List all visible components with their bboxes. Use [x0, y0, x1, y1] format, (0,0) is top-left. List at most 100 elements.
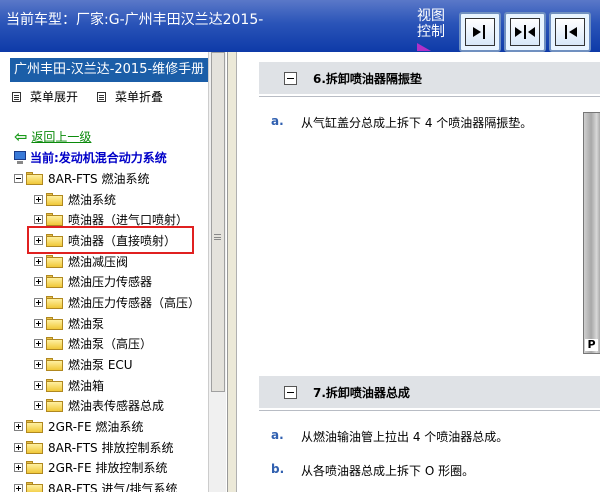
folder-icon: [46, 192, 63, 206]
tree-item[interactable]: 2GR-FE 排放控制系统: [14, 457, 167, 477]
folder-icon: [46, 357, 63, 371]
back-link-label: 返回上一级: [31, 130, 92, 144]
step-text: 从各喷油器总成上拆下 O 形圈。: [301, 464, 475, 478]
computer-icon: [14, 150, 26, 165]
collapse-menu-button[interactable]: 菜单折叠: [97, 88, 163, 105]
scroll-grip-icon: [214, 234, 221, 240]
view-left-pane-button[interactable]: [459, 12, 501, 52]
tree-item[interactable]: 燃油压力传感器: [34, 271, 152, 291]
tree-item[interactable]: 8AR-FTS 排放控制系统: [14, 437, 173, 457]
divider: [259, 410, 600, 411]
folder-icon: [26, 419, 43, 433]
expand-toggle-icon[interactable]: [34, 256, 43, 266]
tree-item[interactable]: 8AR-FTS 燃油系统: [14, 168, 149, 188]
step-text: 从气缸盖分总成上拆下 4 个喷油器隔振垫。: [301, 116, 533, 130]
top-toolbar: 当前车型：厂家:G-广州丰田汉兰达2015- 视图控制: [0, 0, 600, 52]
folder-icon: [46, 254, 63, 268]
collapse-section-icon[interactable]: [284, 71, 297, 85]
step-item: b. 从各喷油器总成上拆下 O 形圈。: [271, 462, 474, 479]
folder-icon: [46, 316, 63, 330]
tree-item-label: 燃油泵 ECU: [68, 357, 133, 372]
section-header[interactable]: 6.拆卸喷油器隔振垫: [259, 62, 600, 94]
expand-toggle-icon[interactable]: [34, 400, 43, 410]
tree-item-label: 8AR-FTS 燃油系统: [48, 171, 150, 186]
tree-item-label: 燃油箱: [68, 378, 105, 393]
tree-item-label: 2GR-FE 排放控制系统: [48, 460, 168, 475]
expand-toggle-icon[interactable]: [14, 442, 23, 452]
folder-icon: [46, 274, 63, 288]
back-arrow-icon: ⇦: [14, 126, 28, 146]
tree-item-label: 8AR-FTS 进气/排气系统: [48, 481, 178, 492]
folder-icon: [46, 212, 63, 226]
folder-icon: [46, 295, 63, 309]
step-item: a. 从燃油输油管上拉出 4 个喷油器总成。: [271, 428, 508, 445]
pane-splitter[interactable]: [228, 52, 236, 492]
expand-toggle-icon[interactable]: [34, 194, 43, 204]
folder-icon: [26, 440, 43, 454]
step-letter: a.: [271, 114, 284, 128]
view-control-label: 视图控制: [417, 8, 445, 40]
manual-title: 广州丰田-汉兰达-2015-维修手册: [10, 58, 208, 82]
folder-icon: [26, 481, 43, 492]
tree-item[interactable]: 2GR-FE 燃油系统: [14, 416, 143, 436]
step-text: 从燃油输油管上拉出 4 个喷油器总成。: [301, 430, 509, 444]
expand-toggle-icon[interactable]: [34, 214, 43, 224]
folder-icon: [46, 398, 63, 412]
arrows-inward-icon: [515, 25, 535, 39]
arrow-left-bar-icon: [565, 25, 577, 39]
view-split-button[interactable]: [504, 12, 546, 52]
navigation-panel: 广州丰田-汉兰达-2015-维修手册 菜单展开 菜单折叠 ⇦ 返回上一级 当前:…: [0, 52, 228, 492]
expand-toggle-icon[interactable]: [34, 338, 43, 348]
tree-item[interactable]: 燃油表传感器总成: [34, 395, 164, 415]
expand-menu-label: 菜单展开: [30, 90, 79, 104]
expand-toggle-icon[interactable]: [34, 297, 43, 307]
tree-item-label: 燃油压力传感器: [68, 274, 153, 289]
view-right-pane-button[interactable]: [549, 12, 591, 52]
section-title: 6.拆卸喷油器隔振垫: [313, 71, 422, 86]
step-letter: b.: [271, 462, 285, 476]
tree-item-label: 燃油泵: [68, 316, 105, 331]
tree-item-label: 燃油系统: [68, 192, 117, 207]
expand-toggle-icon[interactable]: [14, 421, 23, 431]
back-link[interactable]: ⇦ 返回上一级: [14, 128, 91, 145]
expand-toggle-icon[interactable]: [14, 462, 23, 472]
tree-item[interactable]: 燃油箱: [34, 375, 104, 395]
tree-item[interactable]: 燃油压力传感器（高压）: [34, 292, 200, 312]
illustration-label: P: [585, 339, 598, 351]
tree-item[interactable]: 8AR-FTS 进气/排气系统: [14, 478, 178, 492]
tree-item-label: 燃油泵（高压）: [68, 336, 153, 351]
collapse-toggle-icon[interactable]: [14, 173, 23, 183]
expand-toggle-icon[interactable]: [34, 318, 43, 328]
selection-highlight-box: [27, 226, 194, 254]
folder-icon: [26, 171, 43, 185]
expand-toggle-icon[interactable]: [34, 276, 43, 286]
step-letter: a.: [271, 428, 284, 442]
collapse-menu-label: 菜单折叠: [115, 90, 164, 104]
expand-menu-button[interactable]: 菜单展开: [12, 88, 78, 105]
scrollbar-thumb[interactable]: [211, 52, 225, 392]
current-vehicle-label: 当前车型：厂家:G-广州丰田汉兰达2015-: [6, 12, 264, 28]
folder-icon: [46, 378, 63, 392]
section-header[interactable]: 7.拆卸喷油器总成: [259, 376, 600, 408]
current-location-label: 当前:发动机混合动力系统: [30, 151, 167, 165]
tree-item[interactable]: 燃油减压阀: [34, 251, 128, 271]
tree-scrollbar[interactable]: [208, 52, 226, 492]
current-location: 当前:发动机混合动力系统: [14, 149, 167, 166]
tree-item[interactable]: 燃油泵（高压）: [34, 333, 152, 353]
collapse-section-icon[interactable]: [284, 385, 297, 399]
expand-toggle-icon[interactable]: [34, 380, 43, 390]
menu-icon: [97, 91, 106, 102]
expand-toggle-icon[interactable]: [14, 483, 23, 492]
tree-item[interactable]: 燃油泵 ECU: [34, 354, 133, 374]
tree-item[interactable]: 燃油泵: [34, 313, 104, 333]
tree-item[interactable]: 燃油系统: [34, 189, 116, 209]
expand-toggle-icon[interactable]: [34, 359, 43, 369]
folder-icon: [26, 460, 43, 474]
illustration-image: P: [583, 112, 600, 354]
divider: [259, 96, 600, 97]
arrow-right-bar-icon: [473, 25, 485, 39]
tree-item-label: 燃油压力传感器（高压）: [68, 295, 201, 310]
tree-item-label: 燃油表传感器总成: [68, 398, 165, 413]
folder-icon: [46, 336, 63, 350]
view-control-indicator-icon: [417, 43, 431, 51]
